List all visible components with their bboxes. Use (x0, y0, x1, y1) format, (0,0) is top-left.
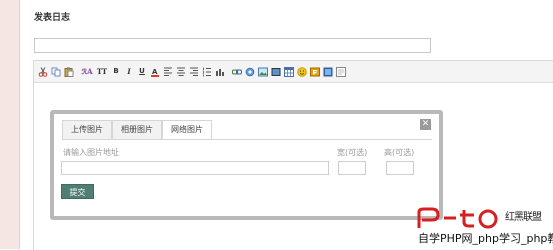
width-label: 宽(可选) (337, 148, 368, 157)
tab-album-image[interactable]: 相册图片 (112, 120, 162, 139)
paste-icon[interactable] (64, 67, 74, 77)
tab-upload-image[interactable]: 上传图片 (62, 120, 112, 139)
font-size-icon[interactable]: TT (96, 67, 108, 77)
media-icon[interactable] (271, 67, 281, 77)
svg-text:A: A (152, 68, 158, 76)
image-width-input[interactable] (338, 161, 366, 175)
italic-icon[interactable]: I (124, 67, 134, 77)
font-family-icon[interactable]: ℛA (81, 67, 93, 77)
font-color-icon[interactable]: A (150, 67, 160, 77)
watermark-logo-icon (417, 207, 498, 229)
left-sidebar-strip (0, 0, 20, 249)
close-dialog-button[interactable]: ✕ (420, 119, 431, 130)
image-url-label: 请输入图片地址 (63, 148, 119, 157)
cut-icon[interactable] (38, 66, 48, 77)
image-url-input[interactable] (61, 161, 329, 175)
copy-icon[interactable] (51, 67, 61, 77)
flash-icon[interactable] (310, 67, 320, 77)
image-height-input[interactable] (386, 161, 414, 175)
table-icon[interactable] (284, 66, 294, 77)
align-right-icon[interactable] (189, 67, 199, 77)
music-icon[interactable] (323, 67, 333, 77)
unordered-list-icon[interactable] (215, 67, 225, 77)
page-title: 发表日志 (34, 13, 71, 23)
tab-web-image[interactable]: 网络图片 (162, 120, 212, 140)
bold-icon[interactable]: B (111, 67, 121, 77)
underline-icon[interactable]: U (137, 67, 147, 77)
post-title-input[interactable] (34, 38, 431, 53)
insert-image-dialog: 上传图片 相册图片 网络图片 ✕ 请输入图片地址 宽(可选) 高(可选) 提交 (50, 110, 443, 220)
editor-toolbar: ℛA TT B I U A (34, 61, 553, 83)
tab-divider (62, 139, 432, 140)
emoticon-icon[interactable] (297, 66, 307, 77)
dialog-tabs: 上传图片 相册图片 网络图片 (62, 120, 212, 140)
ordered-list-icon[interactable] (202, 67, 212, 77)
submit-button[interactable]: 提交 (61, 184, 94, 199)
height-label: 高(可选) (384, 148, 415, 157)
align-center-icon[interactable] (176, 67, 186, 77)
align-left-icon[interactable] (163, 67, 173, 77)
watermark-brand-text: 红黑联盟 (505, 212, 542, 223)
image-icon[interactable] (258, 67, 268, 77)
source-code-icon[interactable] (336, 66, 346, 77)
watermark-site-text: 自学PHP网_php学习_php教 (418, 230, 553, 246)
unlink-icon[interactable] (245, 67, 255, 77)
link-icon[interactable] (232, 67, 242, 77)
